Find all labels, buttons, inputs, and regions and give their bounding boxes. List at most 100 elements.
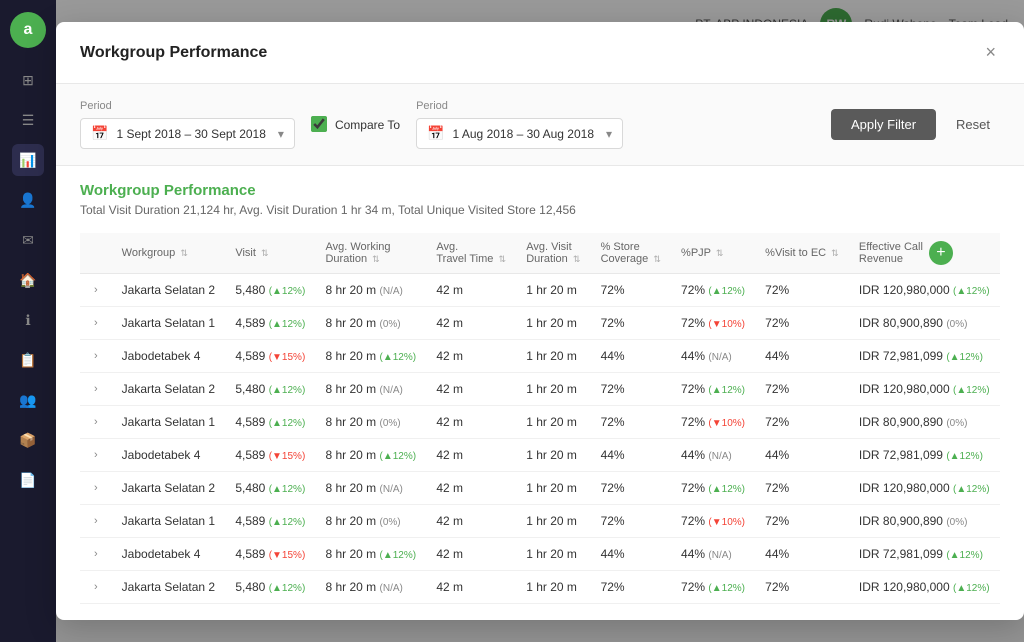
cell-pjp: 72% (▼10%) [671, 307, 755, 340]
cell-avg-travel: 42 m [426, 472, 516, 505]
cell-effective-call: IDR 72,981,099 (▲12%) [849, 439, 1000, 472]
sidebar-icon-report[interactable]: 📋 [12, 344, 44, 376]
cell-avg-travel: 42 m [426, 373, 516, 406]
expand-row-button[interactable]: › [90, 513, 102, 529]
cell-workgroup: Jakarta Selatan 1 [112, 505, 226, 538]
expand-row-button[interactable]: › [90, 447, 102, 463]
cell-avg-visit: 1 hr 20 m [516, 274, 590, 307]
cell-store-coverage: 44% [591, 439, 671, 472]
expand-row-button[interactable]: › [90, 282, 102, 298]
cell-pjp: 44% (N/A) [671, 340, 755, 373]
sidebar-icon-user[interactable]: 👤 [12, 184, 44, 216]
period2-select[interactable]: 📅 1 Aug 2018 – 30 Aug 2018 ▾ [416, 118, 623, 149]
th-avg-visit: Avg. VisitDuration ⇅ [516, 233, 590, 274]
cell-pjp: 72% (▼10%) [671, 406, 755, 439]
cell-avg-travel: 42 m [426, 538, 516, 571]
expand-row-button[interactable]: › [90, 315, 102, 331]
expand-row-button[interactable]: › [90, 480, 102, 496]
table-body: › Jakarta Selatan 2 5,480 (▲12%) 8 hr 20… [80, 274, 1000, 604]
cell-avg-visit: 1 hr 20 m [516, 340, 590, 373]
cell-effective-call: IDR 120,980,000 (▲12%) [849, 274, 1000, 307]
table-row: › Jabodetabek 4 4,589 (▼15%) 8 hr 20 m (… [80, 340, 1000, 373]
sidebar-icon-package[interactable]: 📦 [12, 424, 44, 456]
cell-workgroup: Jakarta Selatan 2 [112, 373, 226, 406]
cell-visit: 4,589 (▼15%) [225, 340, 315, 373]
cell-avg-working: 8 hr 20 m (0%) [315, 505, 426, 538]
cell-workgroup: Jakarta Selatan 2 [112, 274, 226, 307]
cell-effective-call: IDR 80,900,890 (0%) [849, 505, 1000, 538]
cell-effective-call: IDR 120,980,000 (▲12%) [849, 373, 1000, 406]
th-visit-ec: %Visit to EC ⇅ [755, 233, 849, 274]
cell-store-coverage: 72% [591, 406, 671, 439]
cell-avg-travel: 42 m [426, 406, 516, 439]
add-column-button[interactable]: + [929, 241, 953, 265]
table-row: › Jakarta Selatan 1 4,589 (▲12%) 8 hr 20… [80, 406, 1000, 439]
cell-effective-call: IDR 72,981,099 (▲12%) [849, 538, 1000, 571]
logo-icon: a [24, 21, 33, 39]
cell-avg-working: 8 hr 20 m (N/A) [315, 373, 426, 406]
expand-row-button[interactable]: › [90, 381, 102, 397]
cell-visit: 4,589 (▲12%) [225, 406, 315, 439]
table-row: › Jakarta Selatan 2 5,480 (▲12%) 8 hr 20… [80, 274, 1000, 307]
reset-button[interactable]: Reset [946, 109, 1000, 140]
cell-visit: 5,480 (▲12%) [225, 373, 315, 406]
cell-avg-working: 8 hr 20 m (N/A) [315, 571, 426, 604]
sidebar-icon-info[interactable]: ℹ [12, 304, 44, 336]
period2-value: 1 Aug 2018 – 30 Aug 2018 [453, 127, 594, 141]
cell-pjp: 44% (N/A) [671, 538, 755, 571]
cell-avg-visit: 1 hr 20 m [516, 439, 590, 472]
cell-avg-working: 8 hr 20 m (0%) [315, 307, 426, 340]
table-row: › Jabodetabek 4 4,589 (▼15%) 8 hr 20 m (… [80, 439, 1000, 472]
th-store-coverage: % StoreCoverage ⇅ [591, 233, 671, 274]
cell-store-coverage: 72% [591, 274, 671, 307]
apply-filter-button[interactable]: Apply Filter [831, 109, 936, 140]
cell-visit: 5,480 (▲12%) [225, 472, 315, 505]
sidebar-icon-chart[interactable]: 📊 [12, 144, 44, 176]
cell-store-coverage: 72% [591, 505, 671, 538]
cell-visit-ec: 72% [755, 571, 849, 604]
sidebar-icon-team[interactable]: 👥 [12, 384, 44, 416]
sidebar-icon-mail[interactable]: ✉ [12, 224, 44, 256]
sidebar-icon-doc[interactable]: 📄 [12, 464, 44, 496]
sidebar-icon-home[interactable]: 🏠 [12, 264, 44, 296]
table-header: Workgroup ⇅ Visit ⇅ Avg. WorkingDuration… [80, 233, 1000, 274]
cell-store-coverage: 72% [591, 373, 671, 406]
sidebar-icon-dashboard[interactable]: ⊞ [12, 64, 44, 96]
cell-effective-call: IDR 120,980,000 (▲12%) [849, 571, 1000, 604]
expand-row-button[interactable]: › [90, 348, 102, 364]
period1-chevron: ▾ [278, 127, 284, 141]
cell-pjp: 72% (▲12%) [671, 274, 755, 307]
filter-bar: Period 📅 1 Sept 2018 – 30 Sept 2018 ▾ Co… [56, 84, 1024, 166]
period1-select[interactable]: 📅 1 Sept 2018 – 30 Sept 2018 ▾ [80, 118, 295, 149]
cell-visit-ec: 72% [755, 472, 849, 505]
expand-row-button[interactable]: › [90, 579, 102, 595]
table-row: › Jakarta Selatan 1 4,589 (▲12%) 8 hr 20… [80, 307, 1000, 340]
cell-avg-visit: 1 hr 20 m [516, 538, 590, 571]
sidebar-icon-list[interactable]: ☰ [12, 104, 44, 136]
cell-avg-visit: 1 hr 20 m [516, 571, 590, 604]
cell-pjp: 44% (N/A) [671, 439, 755, 472]
close-button[interactable]: × [981, 38, 1000, 67]
cell-visit-ec: 44% [755, 538, 849, 571]
modal-header: Workgroup Performance × [56, 22, 1024, 84]
cell-visit: 4,589 (▲12%) [225, 505, 315, 538]
cell-pjp: 72% (▲12%) [671, 373, 755, 406]
cell-pjp: 72% (▼10%) [671, 505, 755, 538]
table-row: › Jakarta Selatan 2 5,480 (▲12%) 8 hr 20… [80, 373, 1000, 406]
cell-avg-working: 8 hr 20 m (▲12%) [315, 439, 426, 472]
cell-avg-working: 8 hr 20 m (▲12%) [315, 340, 426, 373]
table-row: › Jabodetabek 4 4,589 (▼15%) 8 hr 20 m (… [80, 538, 1000, 571]
cell-store-coverage: 44% [591, 340, 671, 373]
expand-row-button[interactable]: › [90, 546, 102, 562]
th-avg-travel: Avg.Travel Time ⇅ [426, 233, 516, 274]
cell-avg-travel: 42 m [426, 340, 516, 373]
cell-avg-travel: 42 m [426, 571, 516, 604]
cell-visit-ec: 72% [755, 406, 849, 439]
cell-avg-visit: 1 hr 20 m [516, 373, 590, 406]
period1-value: 1 Sept 2018 – 30 Sept 2018 [116, 127, 265, 141]
cell-visit-ec: 72% [755, 373, 849, 406]
expand-row-button[interactable]: › [90, 414, 102, 430]
compare-checkbox[interactable] [311, 116, 327, 132]
section-subtitle: Total Visit Duration 21,124 hr, Avg. Vis… [80, 203, 1000, 217]
cell-visit-ec: 72% [755, 274, 849, 307]
